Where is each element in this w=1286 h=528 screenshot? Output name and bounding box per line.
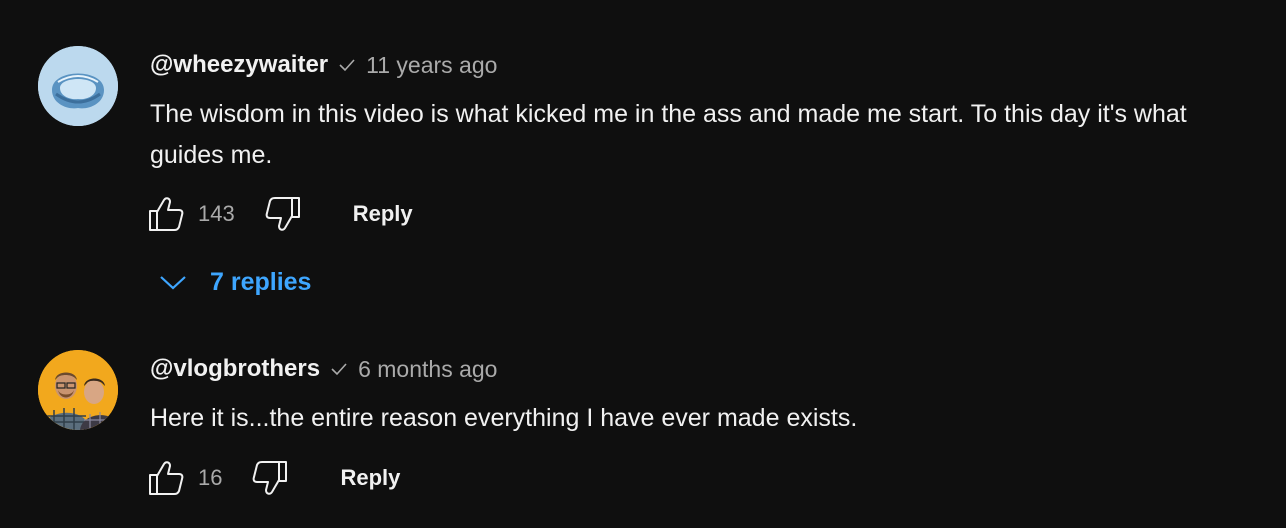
avatar[interactable] [38, 350, 118, 430]
view-replies-button[interactable]: 7 replies [158, 262, 311, 302]
verified-check-icon [338, 56, 356, 74]
comment-header: @wheezywaiter 11 years ago [150, 50, 497, 80]
comment-header: @vlogbrothers 6 months ago [150, 354, 497, 384]
like-button[interactable] [146, 194, 186, 234]
dislike-button[interactable] [250, 458, 290, 498]
comment-text: Here it is...the entire reason everythin… [150, 404, 858, 432]
verified-check-icon [330, 360, 348, 378]
comment-actions: 16 Reply [146, 458, 400, 498]
like-button[interactable] [146, 458, 186, 498]
comment-timestamp[interactable]: 11 years ago [366, 52, 497, 79]
thumbs-down-icon [253, 461, 288, 495]
comment-actions: 143 Reply [146, 194, 413, 234]
chevron-down-icon [160, 276, 186, 290]
author-name[interactable]: @wheezywaiter [150, 51, 328, 79]
dislike-button[interactable] [263, 194, 303, 234]
reply-button[interactable]: Reply [353, 201, 413, 227]
avatar[interactable] [38, 46, 118, 126]
author-name[interactable]: @vlogbrothers [150, 355, 320, 383]
thumbs-up-icon [149, 197, 184, 231]
comment-text: The wisdom in this video is what kicked … [150, 100, 1187, 169]
thumbs-up-icon [149, 461, 184, 495]
like-count: 143 [198, 201, 235, 226]
reply-button[interactable]: Reply [340, 465, 400, 491]
thumbs-down-icon [265, 197, 300, 231]
comment-timestamp[interactable]: 6 months ago [358, 356, 497, 383]
replies-count-label: 7 replies [210, 267, 312, 296]
like-count: 16 [198, 465, 223, 490]
